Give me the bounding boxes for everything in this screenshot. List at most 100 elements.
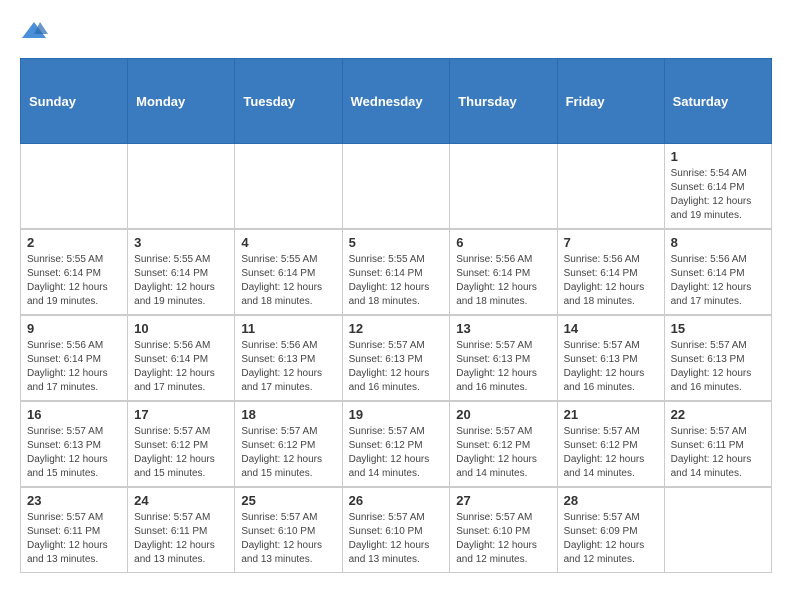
day-number: 25 [241, 493, 335, 508]
calendar-day-cell [664, 487, 771, 573]
day-number: 6 [456, 235, 550, 250]
weekday-header-wednesday: Wednesday [342, 59, 450, 144]
day-info: Sunrise: 5:57 AM Sunset: 6:12 PM Dayligh… [564, 425, 658, 481]
day-info: Sunrise: 5:57 AM Sunset: 6:10 PM Dayligh… [349, 511, 444, 567]
calendar-day-cell: 2 Sunrise: 5:55 AM Sunset: 6:14 PM Daylig… [21, 229, 128, 315]
calendar-day-cell: 6 Sunrise: 5:56 AM Sunset: 6:14 PM Daylig… [450, 229, 557, 315]
calendar-day-cell: 19 Sunrise: 5:57 AM Sunset: 6:12 PM Dayli… [342, 401, 450, 487]
weekday-header-monday: Monday [128, 59, 235, 144]
logo [20, 20, 52, 42]
calendar-day-cell: 3 Sunrise: 5:55 AM Sunset: 6:14 PM Daylig… [128, 229, 235, 315]
day-number: 21 [564, 407, 658, 422]
day-number: 12 [349, 321, 444, 336]
calendar-week-1: 1 Sunrise: 5:54 AM Sunset: 6:14 PM Daylig… [21, 144, 772, 230]
day-info: Sunrise: 5:57 AM Sunset: 6:10 PM Dayligh… [241, 511, 335, 567]
calendar-day-cell: 28Sunrise: 5:57 AM Sunset: 6:09 PM Dayli… [557, 487, 664, 573]
day-number: 1 [671, 149, 765, 164]
calendar-day-cell [128, 144, 235, 230]
day-info: Sunrise: 5:57 AM Sunset: 6:13 PM Dayligh… [564, 339, 658, 395]
calendar-day-cell: 24 Sunrise: 5:57 AM Sunset: 6:11 PM Dayli… [128, 487, 235, 573]
day-info: Sunrise: 5:55 AM Sunset: 6:14 PM Dayligh… [27, 253, 121, 309]
calendar-day-cell: 18 Sunrise: 5:57 AM Sunset: 6:12 PM Dayli… [235, 401, 342, 487]
page-header [20, 20, 772, 42]
day-number: 18 [241, 407, 335, 422]
calendar-day-cell: 4 Sunrise: 5:55 AM Sunset: 6:14 PM Daylig… [235, 229, 342, 315]
day-number: 16 [27, 407, 121, 422]
day-number: 13 [456, 321, 550, 336]
calendar-day-cell [557, 144, 664, 230]
day-number: 28 [564, 493, 658, 508]
logo-icon [20, 20, 48, 42]
calendar-week-4: 16Sunrise: 5:57 AM Sunset: 6:13 PM Dayli… [21, 401, 772, 487]
day-info: Sunrise: 5:57 AM Sunset: 6:12 PM Dayligh… [134, 425, 228, 481]
calendar-day-cell: 8 Sunrise: 5:56 AM Sunset: 6:14 PM Daylig… [664, 229, 771, 315]
day-number: 7 [564, 235, 658, 250]
day-number: 24 [134, 493, 228, 508]
day-info: Sunrise: 5:57 AM Sunset: 6:13 PM Dayligh… [456, 339, 550, 395]
day-info: Sunrise: 5:57 AM Sunset: 6:11 PM Dayligh… [671, 425, 765, 481]
calendar-day-cell: 5 Sunrise: 5:55 AM Sunset: 6:14 PM Daylig… [342, 229, 450, 315]
calendar-day-cell: 11 Sunrise: 5:56 AM Sunset: 6:13 PM Dayli… [235, 315, 342, 401]
day-number: 3 [134, 235, 228, 250]
day-info: Sunrise: 5:57 AM Sunset: 6:10 PM Dayligh… [456, 511, 550, 567]
day-number: 11 [241, 321, 335, 336]
calendar-week-2: 2 Sunrise: 5:55 AM Sunset: 6:14 PM Daylig… [21, 229, 772, 315]
day-number: 10 [134, 321, 228, 336]
weekday-header-saturday: Saturday [664, 59, 771, 144]
day-number: 5 [349, 235, 444, 250]
day-info: Sunrise: 5:54 AM Sunset: 6:14 PM Dayligh… [671, 167, 765, 223]
day-info: Sunrise: 5:55 AM Sunset: 6:14 PM Dayligh… [241, 253, 335, 309]
day-info: Sunrise: 5:56 AM Sunset: 6:14 PM Dayligh… [564, 253, 658, 309]
day-info: Sunrise: 5:56 AM Sunset: 6:14 PM Dayligh… [671, 253, 765, 309]
day-number: 14 [564, 321, 658, 336]
day-info: Sunrise: 5:56 AM Sunset: 6:14 PM Dayligh… [27, 339, 121, 395]
calendar-day-cell [450, 144, 557, 230]
calendar-day-cell: 1 Sunrise: 5:54 AM Sunset: 6:14 PM Daylig… [664, 144, 771, 230]
day-info: Sunrise: 5:57 AM Sunset: 6:11 PM Dayligh… [27, 511, 121, 567]
weekday-header-friday: Friday [557, 59, 664, 144]
day-number: 4 [241, 235, 335, 250]
day-number: 27 [456, 493, 550, 508]
calendar-day-cell: 25 Sunrise: 5:57 AM Sunset: 6:10 PM Dayli… [235, 487, 342, 573]
calendar-day-cell: 12 Sunrise: 5:57 AM Sunset: 6:13 PM Dayli… [342, 315, 450, 401]
day-info: Sunrise: 5:55 AM Sunset: 6:14 PM Dayligh… [349, 253, 444, 309]
calendar-day-cell [21, 144, 128, 230]
calendar-day-cell: 21 Sunrise: 5:57 AM Sunset: 6:12 PM Dayli… [557, 401, 664, 487]
day-info: Sunrise: 5:56 AM Sunset: 6:13 PM Dayligh… [241, 339, 335, 395]
day-info: Sunrise: 5:55 AM Sunset: 6:14 PM Dayligh… [134, 253, 228, 309]
weekday-header-row: SundayMondayTuesdayWednesdayThursdayFrid… [21, 59, 772, 144]
calendar-day-cell: 27 Sunrise: 5:57 AM Sunset: 6:10 PM Dayli… [450, 487, 557, 573]
day-number: 20 [456, 407, 550, 422]
day-number: 15 [671, 321, 765, 336]
calendar-week-3: 9 Sunrise: 5:56 AM Sunset: 6:14 PM Daylig… [21, 315, 772, 401]
day-number: 23 [27, 493, 121, 508]
calendar-day-cell: 23 Sunrise: 5:57 AM Sunset: 6:11 PM Dayli… [21, 487, 128, 573]
day-info: Sunrise: 5:57 AM Sunset: 6:12 PM Dayligh… [349, 425, 444, 481]
weekday-header-thursday: Thursday [450, 59, 557, 144]
day-number: 9 [27, 321, 121, 336]
calendar-day-cell: 13 Sunrise: 5:57 AM Sunset: 6:13 PM Dayli… [450, 315, 557, 401]
day-number: 17 [134, 407, 228, 422]
calendar-table: SundayMondayTuesdayWednesdayThursdayFrid… [20, 58, 772, 573]
day-info: Sunrise: 5:57 AM Sunset: 6:13 PM Dayligh… [349, 339, 444, 395]
day-number: 26 [349, 493, 444, 508]
calendar-day-cell: 9 Sunrise: 5:56 AM Sunset: 6:14 PM Daylig… [21, 315, 128, 401]
calendar-day-cell: 20 Sunrise: 5:57 AM Sunset: 6:12 PM Dayli… [450, 401, 557, 487]
calendar-day-cell: 14 Sunrise: 5:57 AM Sunset: 6:13 PM Dayli… [557, 315, 664, 401]
calendar-day-cell [235, 144, 342, 230]
day-number: 22 [671, 407, 765, 422]
calendar-day-cell: 26 Sunrise: 5:57 AM Sunset: 6:10 PM Dayli… [342, 487, 450, 573]
weekday-header-tuesday: Tuesday [235, 59, 342, 144]
day-info: Sunrise: 5:57 AM Sunset: 6:12 PM Dayligh… [241, 425, 335, 481]
day-number: 19 [349, 407, 444, 422]
calendar-day-cell: 22 Sunrise: 5:57 AM Sunset: 6:11 PM Dayli… [664, 401, 771, 487]
calendar-day-cell [342, 144, 450, 230]
calendar-day-cell: 15Sunrise: 5:57 AM Sunset: 6:13 PM Dayli… [664, 315, 771, 401]
calendar-day-cell: 10 Sunrise: 5:56 AM Sunset: 6:14 PM Dayli… [128, 315, 235, 401]
day-info: Sunrise: 5:57 AM Sunset: 6:12 PM Dayligh… [456, 425, 550, 481]
day-number: 8 [671, 235, 765, 250]
day-info: Sunrise: 5:56 AM Sunset: 6:14 PM Dayligh… [134, 339, 228, 395]
day-info: Sunrise: 5:57 AM Sunset: 6:11 PM Dayligh… [134, 511, 228, 567]
day-info: Sunrise: 5:56 AM Sunset: 6:14 PM Dayligh… [456, 253, 550, 309]
day-number: 2 [27, 235, 121, 250]
